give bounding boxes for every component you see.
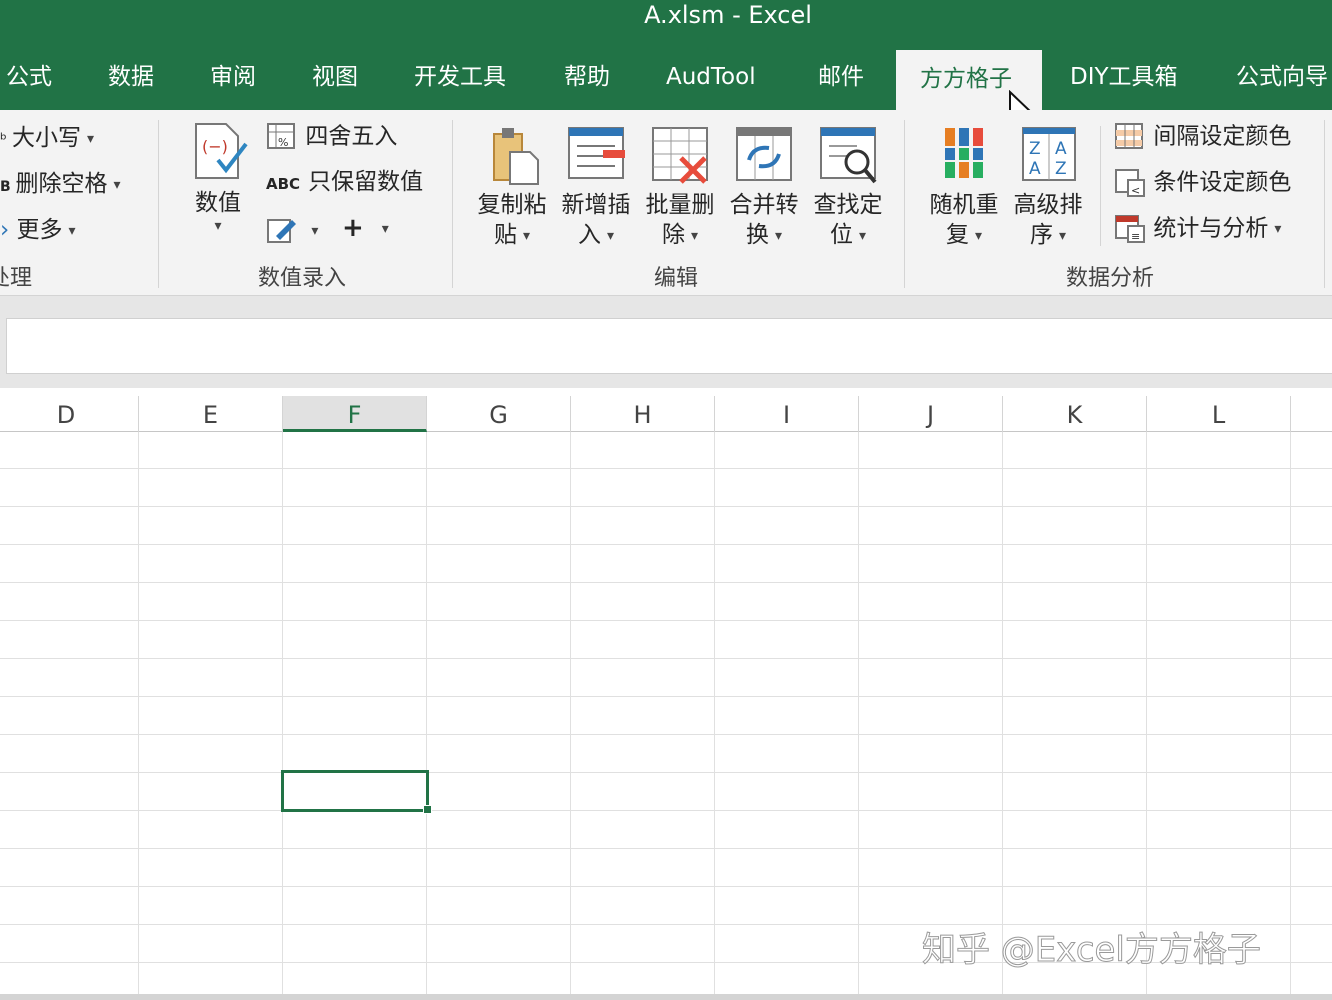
- trim-icon: B: [0, 179, 16, 195]
- advanced-sort-button[interactable]: Z A A Z 高级排 序 ▾: [1010, 124, 1086, 251]
- chevron-down-icon: ▾: [86, 130, 94, 147]
- svg-text:Z: Z: [1029, 139, 1041, 159]
- find-magnifier-icon: [820, 127, 877, 184]
- chevron-down-icon: ▾: [113, 176, 121, 193]
- batch-delete-button[interactable]: 批量删 除 ▾: [642, 124, 718, 251]
- column-header-d[interactable]: D: [0, 396, 139, 432]
- watermark-text: 知乎 @Excel方方格子: [922, 930, 1262, 971]
- tab-audtool[interactable]: AudTool: [666, 48, 756, 110]
- more-icon: ›: [0, 217, 17, 243]
- svg-text:%: %: [278, 136, 288, 149]
- sort-az-icon: Z A A Z: [1022, 127, 1076, 181]
- chevron-down-icon: ▾: [1274, 221, 1282, 237]
- random-duplicate-button[interactable]: 随机重 复 ▾: [926, 124, 1002, 251]
- title-bar: A.xlsm - Excel: [0, 0, 1332, 48]
- trim-spaces-button[interactable]: B 删除空格 ▾: [0, 170, 121, 201]
- tab-formula-wizard[interactable]: 公式向导: [1236, 48, 1328, 110]
- svg-text:≡: ≡: [1131, 230, 1140, 243]
- column-header-h[interactable]: H: [571, 396, 715, 432]
- formula-bar-area: [0, 296, 1332, 388]
- tab-formulas[interactable]: 公式: [6, 48, 52, 110]
- column-header-f[interactable]: F: [283, 396, 427, 432]
- sheet-bottom-border: [0, 994, 1332, 1000]
- conditional-color-icon: <: [1115, 169, 1145, 197]
- chevron-down-icon: ▾: [1058, 227, 1067, 244]
- numeric-button[interactable]: (−) 数值 ▾: [186, 120, 250, 234]
- chevron-down-icon: ▾: [381, 220, 389, 237]
- chevron-down-icon: ▾: [214, 218, 222, 234]
- clipboard-icon: [493, 128, 539, 185]
- group-separator: [904, 120, 905, 288]
- chevron-down-icon: ▾: [68, 222, 76, 239]
- group-separator: [1324, 120, 1325, 288]
- more-button[interactable]: › 更多 ▾: [0, 216, 76, 245]
- svg-text:Z: Z: [1055, 159, 1067, 179]
- column-headers: D E F G H I J K L: [0, 396, 1332, 432]
- random-blocks-icon: [945, 128, 983, 178]
- formula-input[interactable]: [6, 318, 1332, 374]
- insert-button[interactable]: 新增插 入 ▾: [558, 124, 634, 251]
- group-label-numeric: 数值录入: [258, 266, 347, 291]
- chevron-down-icon: ▾: [522, 227, 531, 244]
- round-grid-icon: %: [267, 123, 295, 149]
- keep-values-button[interactable]: ABC 只保留数值: [266, 168, 423, 198]
- fill-handle[interactable]: [423, 805, 432, 814]
- column-header-l[interactable]: L: [1147, 396, 1291, 432]
- find-locate-button[interactable]: 查找定 位 ▾: [810, 124, 886, 251]
- group-label-edit: 编辑: [654, 266, 699, 291]
- svg-text:(−): (−): [202, 137, 228, 156]
- insert-row-icon: [568, 127, 625, 179]
- chevron-down-icon: ▾: [311, 223, 319, 239]
- group-separator: [1100, 126, 1101, 246]
- stats-analysis-button[interactable]: ≡ 统计与分析 ▾: [1114, 214, 1281, 244]
- ribbon: ᵇ 大小写▾ B 删除空格▾ › 更多▾ 处理 (−) 数值 ▾ % 四舍五入 …: [0, 110, 1332, 296]
- svg-text:A: A: [1029, 159, 1041, 179]
- tab-mail[interactable]: 邮件: [818, 48, 864, 110]
- abc-icon: ABC: [266, 175, 301, 193]
- tab-diy-toolbox[interactable]: DIY工具箱: [1070, 48, 1178, 110]
- column-header-g[interactable]: G: [427, 396, 571, 432]
- plus-icon: +: [342, 213, 364, 243]
- column-header-j[interactable]: J: [859, 396, 1003, 432]
- chevron-down-icon: ▾: [606, 227, 615, 244]
- conditional-color-button[interactable]: < 条件设定颜色: [1114, 168, 1291, 198]
- edit-entry-button[interactable]: ▾: [266, 216, 318, 246]
- numeric-label: 数值: [195, 190, 241, 216]
- chevron-down-icon: ▾: [774, 227, 783, 244]
- case-button[interactable]: ᵇ 大小写 ▾: [0, 124, 94, 154]
- chevron-down-icon: ▾: [858, 227, 867, 244]
- cell-grid[interactable]: [0, 432, 1332, 994]
- group-separator: [452, 120, 453, 288]
- tab-data[interactable]: 数据: [108, 48, 154, 110]
- group-label-text: 处理: [0, 266, 33, 291]
- numeric-document-icon: (−): [195, 123, 248, 179]
- active-cell[interactable]: [281, 770, 429, 812]
- group-label-analysis: 数据分析: [1066, 266, 1155, 291]
- window-title: A.xlsm - Excel: [644, 1, 812, 29]
- merge-convert-button[interactable]: 合并转 换 ▾: [726, 124, 802, 251]
- interval-color-icon: [1115, 123, 1143, 149]
- column-header-e[interactable]: E: [139, 396, 283, 432]
- chevron-down-icon: ▾: [974, 227, 983, 244]
- column-header-i[interactable]: I: [715, 396, 859, 432]
- merge-convert-icon: [736, 127, 792, 181]
- tab-developer[interactable]: 开发工具: [414, 48, 506, 110]
- svg-text:<: <: [1131, 184, 1140, 197]
- interval-color-button[interactable]: 间隔设定颜色: [1114, 122, 1291, 152]
- round-button[interactable]: % 四舍五入: [266, 122, 397, 152]
- edit-pencil-icon: [267, 219, 296, 243]
- ribbon-tab-bar: 公式 数据 审阅 视图 开发工具 帮助 AudTool 邮件 方方格子 DIY工…: [0, 48, 1332, 112]
- tab-help[interactable]: 帮助: [564, 48, 610, 110]
- tab-review[interactable]: 审阅: [210, 48, 256, 110]
- tab-view[interactable]: 视图: [312, 48, 358, 110]
- delete-grid-icon: [652, 127, 708, 184]
- column-header-k[interactable]: K: [1003, 396, 1147, 432]
- svg-text:A: A: [1055, 139, 1067, 159]
- copy-paste-button[interactable]: 复制粘 贴 ▾: [474, 124, 550, 251]
- chevron-down-icon: ▾: [690, 227, 699, 244]
- group-separator: [158, 120, 159, 288]
- case-icon: ᵇ: [0, 130, 12, 149]
- stats-icon: ≡: [1115, 215, 1145, 243]
- add-button[interactable]: + ▾: [342, 214, 389, 243]
